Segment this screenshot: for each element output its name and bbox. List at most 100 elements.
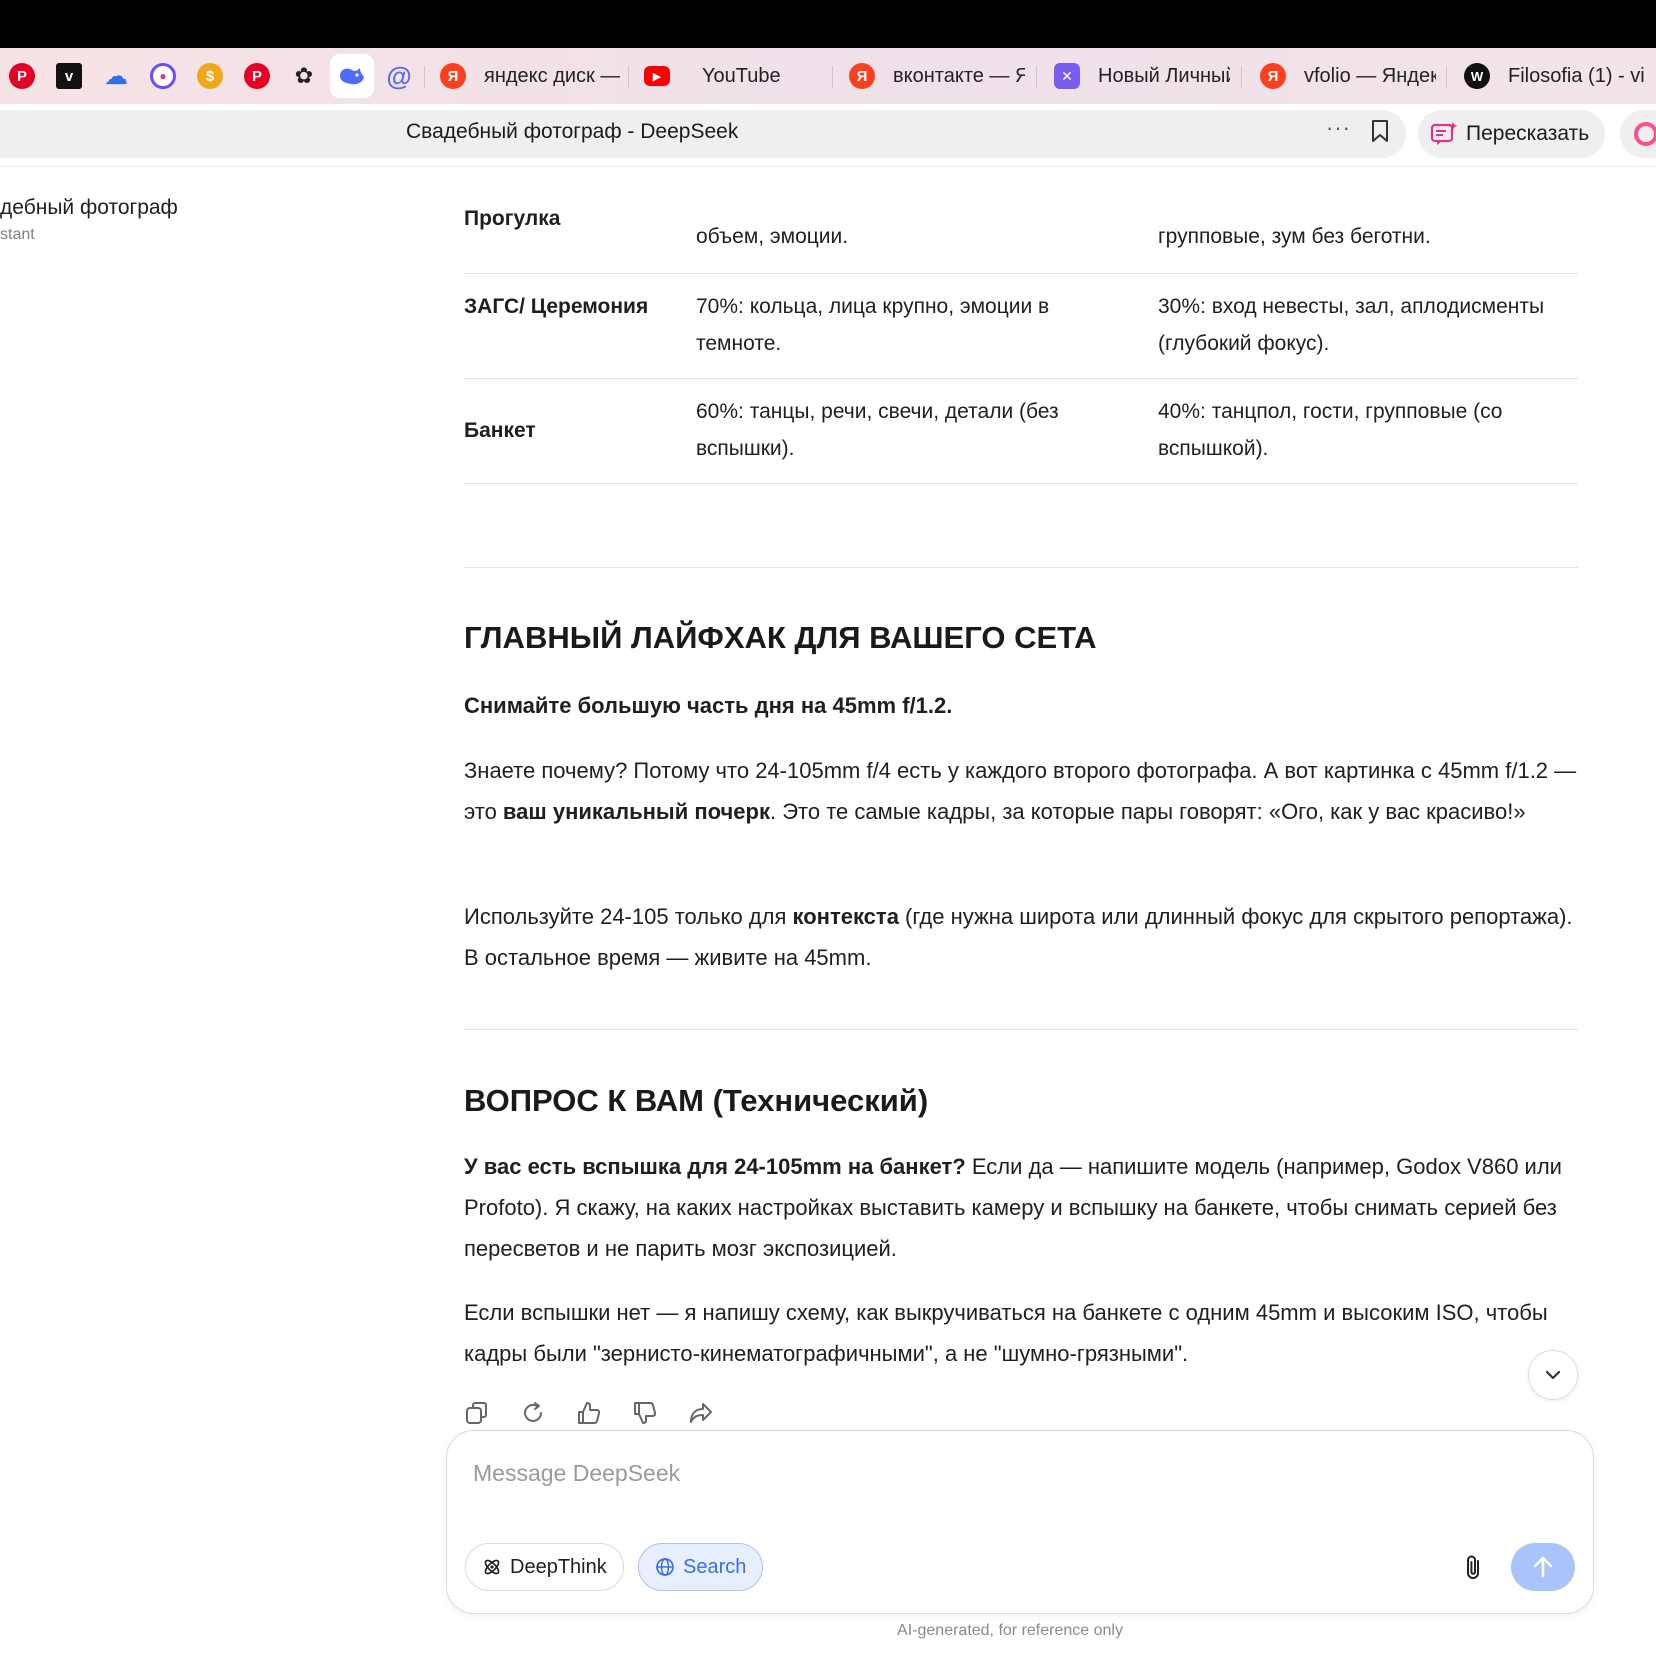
tab-youtube[interactable]: ▶ YouTube xyxy=(644,54,824,98)
alice-button[interactable] xyxy=(1620,110,1656,158)
divider xyxy=(464,1029,1578,1030)
tab-title: Новый Личный xyxy=(1098,64,1230,87)
retell-icon xyxy=(1430,122,1458,145)
more-icon[interactable]: ··· xyxy=(1326,115,1351,141)
paragraph: Используйте 24-105 только для контекста … xyxy=(464,896,1578,978)
tab-title: YouTube xyxy=(702,64,781,87)
tab-separator xyxy=(628,66,629,88)
pinned-tab-pinterest-2[interactable]: P xyxy=(235,54,279,98)
copy-icon[interactable] xyxy=(464,1400,490,1426)
table-row: ЗАГС/ Церемония 70%: кольца, лица крупно… xyxy=(464,274,1578,379)
atom-icon xyxy=(484,1559,500,1575)
w-icon: W xyxy=(1464,63,1490,89)
bold-text: У вас есть вспышка для 24-105mm на банке… xyxy=(464,1154,966,1179)
yandex-icon: Я xyxy=(440,63,466,89)
yandex-icon: Я xyxy=(849,63,875,89)
tab-title: яндекс диск — xyxy=(484,64,620,87)
regenerate-icon[interactable] xyxy=(520,1400,546,1426)
tab-separator xyxy=(1446,66,1447,88)
table-cell: групповые, зум без беготни. xyxy=(1158,225,1431,248)
pinned-tab-flower[interactable]: ✿ xyxy=(282,54,326,98)
lead-paragraph: Снимайте большую часть дня на 45mm f/1.2… xyxy=(464,693,953,718)
message-input[interactable] xyxy=(471,1455,1555,1491)
deepthink-label: DeepThink xyxy=(510,1555,607,1578)
tab-separator xyxy=(1036,66,1037,88)
chevron-down-icon xyxy=(1545,1370,1561,1380)
alice-icon xyxy=(1634,122,1656,146)
retell-button[interactable]: Пересказать xyxy=(1418,110,1606,158)
address-bar-row: Свадебный фотограф - DeepSeek ··· Переск… xyxy=(0,104,1656,167)
table-cell: ЗАГС/ Церемония xyxy=(464,295,649,318)
section-heading: ВОПРОС К ВАМ (Технический) xyxy=(464,1083,929,1118)
page-title: Свадебный фотограф - DeepSeek xyxy=(406,120,739,143)
search-label: Search xyxy=(683,1555,747,1578)
table-cell: 30%: вход невесты, зал, аплодисменты (гл… xyxy=(1158,295,1545,355)
retell-label: Пересказать xyxy=(1466,122,1590,145)
table-cell: 60%: танцы, речи, свечи, детали (без всп… xyxy=(696,400,1059,460)
paragraph: Знаете почему? Потому что 24-105mm f/4 е… xyxy=(464,750,1578,832)
at-sign-icon: @ xyxy=(386,60,412,91)
table-cell: объем, эмоции. xyxy=(696,225,849,248)
tab-separator xyxy=(832,66,833,88)
arrow-up-icon xyxy=(1533,1556,1553,1578)
system-top-bar xyxy=(0,0,1656,48)
tab-filosofia[interactable]: W Filosofia (1) - vi xyxy=(1464,54,1656,98)
tab-separator xyxy=(1241,66,1242,88)
pinned-tab-deepseek[interactable] xyxy=(330,54,374,98)
tab-vfolio[interactable]: Я vfolio — Яндекс xyxy=(1260,54,1436,98)
scroll-to-bottom-button[interactable] xyxy=(1528,1350,1578,1400)
share-icon[interactable] xyxy=(688,1400,714,1426)
pinned-tab-cloud[interactable]: ☁ xyxy=(94,54,138,98)
bold-text: ваш уникальный почерк xyxy=(502,799,770,824)
pinned-tab-coins[interactable]: $ xyxy=(188,54,232,98)
thumbs-down-icon[interactable] xyxy=(632,1400,658,1426)
paragraph: Если вспышки нет — я напишу схему, как в… xyxy=(464,1300,1548,1366)
vimeo-icon: v xyxy=(56,63,82,89)
table-row: Банкет 60%: танцы, речи, свечи, детали (… xyxy=(464,379,1578,484)
pinned-tab-circle[interactable]: ● xyxy=(141,54,185,98)
deepthink-button[interactable]: DeepThink xyxy=(465,1543,624,1591)
tab-strip: P v ☁ ● $ P ✿ @ Я яндекс диск — ▶ YouTub… xyxy=(0,48,1656,104)
tab-title: vfolio — Яндекс xyxy=(1304,64,1436,87)
globe-icon xyxy=(656,1558,674,1576)
text: . Это те самые кадры, за которые пары го… xyxy=(769,799,1526,824)
table-row: Прогулка объем, эмоции. групповые, зум б… xyxy=(464,166,1578,274)
pinned-tab-pinterest[interactable]: P xyxy=(0,54,44,98)
tab-title: вконтакте — Ян xyxy=(893,64,1025,87)
tab-vkontakte[interactable]: Я вконтакте — Ян xyxy=(849,54,1025,98)
circle-logo-icon: ● xyxy=(150,63,176,89)
tab-yandex-disk[interactable]: Я яндекс диск — xyxy=(440,54,620,98)
tab-separator xyxy=(424,66,425,88)
clickup-icon: ✕ xyxy=(1054,63,1080,89)
coins-icon: $ xyxy=(197,63,223,89)
paperclip-icon[interactable] xyxy=(1461,1553,1487,1583)
chat-subtitle: stant xyxy=(0,226,35,243)
assistant-message: Прогулка объем, эмоции. групповые, зум б… xyxy=(464,166,1578,1426)
pinterest-icon: P xyxy=(244,63,270,89)
flower-icon: ✿ xyxy=(294,63,314,88)
divider xyxy=(464,567,1578,568)
text: Используйте 24-105 только для xyxy=(464,904,793,929)
pinned-tab-vimeo[interactable]: v xyxy=(47,54,91,98)
disclaimer: AI-generated, for reference only xyxy=(897,1622,1123,1639)
table-cell: Банкет xyxy=(464,419,536,442)
chat-title: дебный фотограф xyxy=(0,196,178,219)
tab-new-personal[interactable]: ✕ Новый Личный xyxy=(1054,54,1230,98)
send-button[interactable] xyxy=(1511,1543,1575,1591)
whale-icon xyxy=(340,68,364,85)
bold-text: контекста xyxy=(792,904,899,929)
pinned-tab-mail[interactable]: @ xyxy=(377,54,421,98)
message-composer: DeepThink Search xyxy=(446,1430,1594,1614)
section-heading: ГЛАВНЫЙ ЛАЙФХАК ДЛЯ ВАШЕГО СЕТА xyxy=(464,620,1097,655)
table-cell: 70%: кольца, лица крупно, эмоции в темно… xyxy=(696,295,1050,355)
table-cell: Прогулка xyxy=(464,207,561,230)
yandex-icon: Я xyxy=(1260,63,1286,89)
bookmark-icon[interactable] xyxy=(1370,119,1390,143)
youtube-icon: ▶ xyxy=(644,66,670,86)
table-cell: 40%: танцпол, гости, групповые (со вспыш… xyxy=(1158,400,1503,460)
tab-title: Filosofia (1) - vi xyxy=(1508,64,1645,87)
search-button[interactable]: Search xyxy=(638,1543,764,1591)
cloud-icon: ☁ xyxy=(104,62,128,90)
thumbs-up-icon[interactable] xyxy=(576,1400,602,1426)
pinterest-icon: P xyxy=(9,63,35,89)
